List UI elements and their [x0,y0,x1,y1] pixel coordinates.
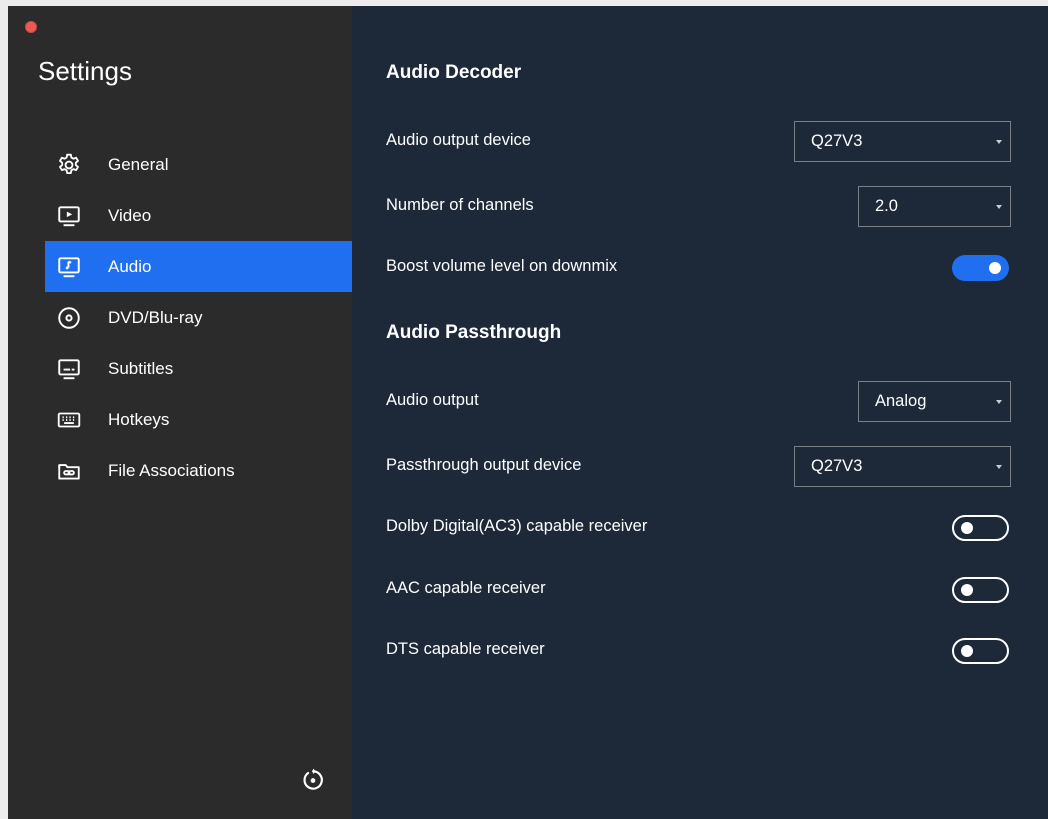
section-title-audio-decoder: Audio Decoder [386,62,522,83]
toggle-knob [961,584,973,596]
boost-volume-label: Boost volume level on downmix [386,257,618,275]
folder-link-icon [55,457,83,485]
dolby-receiver-toggle[interactable] [952,515,1009,541]
select-value: Analog [875,392,927,410]
audio-icon [55,253,83,281]
audio-output-select[interactable]: Analog [858,381,1011,422]
sidebar-item-label: File Associations [108,460,235,480]
video-icon [55,202,83,230]
chevron-down-icon [996,139,1002,144]
passthrough-output-device-select[interactable]: Q27V3 [794,446,1011,487]
page-title: Settings [38,56,132,86]
select-value: 2.0 [875,197,898,215]
sidebar-item-label: Hotkeys [108,409,170,429]
settings-window: Settings General Video Audio DVD/Blu-ray… [8,6,1048,819]
sidebar-item-hotkeys[interactable]: Hotkeys [45,394,352,445]
reset-icon [300,767,326,798]
section-title-audio-passthrough: Audio Passthrough [386,322,562,343]
toggle-knob [961,645,973,657]
sidebar-item-dvd-bluray[interactable]: DVD/Blu-ray [45,292,352,343]
reset-button[interactable] [298,767,328,797]
sidebar: Settings General Video Audio DVD/Blu-ray… [8,6,352,819]
toggle-knob [961,522,973,534]
sidebar-item-video[interactable]: Video [45,190,352,241]
chevron-down-icon [996,399,1002,404]
gear-icon [55,151,83,179]
dts-receiver-toggle[interactable] [952,638,1009,664]
sidebar-item-label: Audio [108,256,152,276]
subtitles-icon [55,355,83,383]
audio-output-device-label: Audio output device [386,131,531,149]
audio-output-label: Audio output [386,391,479,409]
passthrough-output-device-label: Passthrough output device [386,456,582,474]
keyboard-icon [55,406,83,434]
boost-volume-toggle[interactable] [952,255,1009,281]
audio-settings-panel: Audio Decoder Audio output device Q27V3 … [352,6,1048,819]
close-window-button[interactable] [25,21,37,33]
number-of-channels-label: Number of channels [386,196,534,214]
aac-receiver-toggle[interactable] [952,577,1009,603]
select-value: Q27V3 [811,457,863,475]
audio-output-device-select[interactable]: Q27V3 [794,121,1011,162]
sidebar-item-label: General [108,154,169,174]
dolby-receiver-label: Dolby Digital(AC3) capable receiver [386,517,648,535]
sidebar-item-label: Subtitles [108,358,174,378]
sidebar-item-subtitles[interactable]: Subtitles [45,343,352,394]
select-value: Q27V3 [811,132,863,150]
disc-icon [55,304,83,332]
sidebar-nav: General Video Audio DVD/Blu-ray Subtitle… [45,139,352,496]
toggle-knob [989,262,1001,274]
sidebar-item-label: Video [108,205,152,225]
dts-receiver-label: DTS capable receiver [386,640,545,658]
aac-receiver-label: AAC capable receiver [386,579,546,597]
sidebar-item-general[interactable]: General [45,139,352,190]
chevron-down-icon [996,464,1002,469]
sidebar-item-file-associations[interactable]: File Associations [45,445,352,496]
number-of-channels-select[interactable]: 2.0 [858,186,1011,227]
sidebar-item-label: DVD/Blu-ray [108,307,203,327]
sidebar-item-audio[interactable]: Audio [45,241,352,292]
chevron-down-icon [996,204,1002,209]
